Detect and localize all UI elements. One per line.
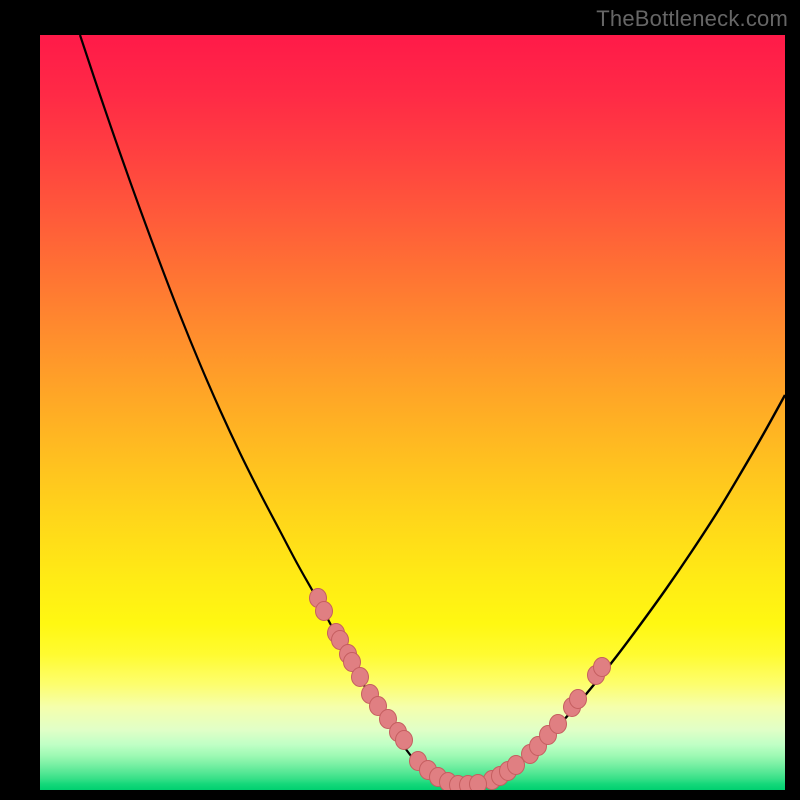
data-marker xyxy=(396,731,413,750)
chart-frame: TheBottleneck.com xyxy=(0,0,800,800)
data-marker xyxy=(594,658,611,677)
data-markers xyxy=(310,589,611,791)
data-marker xyxy=(352,668,369,687)
right-curve xyxy=(464,395,785,786)
watermark-text: TheBottleneck.com xyxy=(596,6,788,32)
data-marker xyxy=(550,715,567,734)
left-curve xyxy=(80,35,464,786)
data-marker xyxy=(470,775,487,791)
data-marker xyxy=(570,690,587,709)
chart-svg xyxy=(40,35,785,790)
data-marker xyxy=(316,602,333,621)
plot-area xyxy=(40,35,785,790)
